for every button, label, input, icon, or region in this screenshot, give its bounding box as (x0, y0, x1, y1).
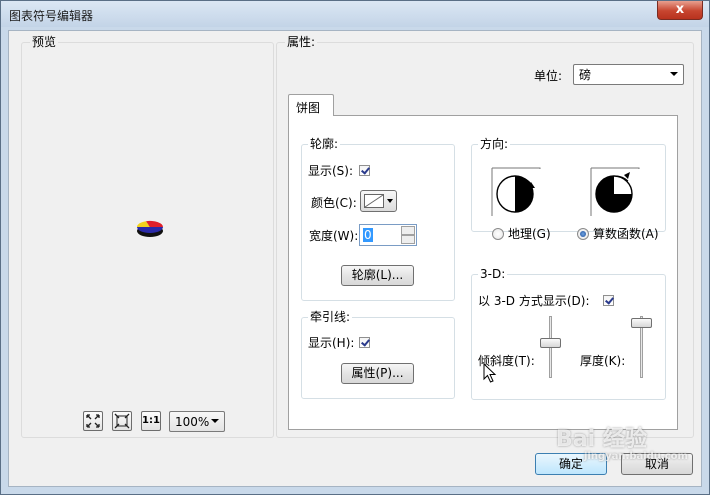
leader-show-label: 显示(H): (308, 336, 355, 350)
leader-group-label: 牵引线: (308, 310, 353, 324)
leader-group: 牵引线: 显示(H): 属性(P)... (301, 310, 455, 399)
dialog-window: 图表符号编辑器 x 预览 1:1 100% 属性: 单位: 磅 饼图 轮廓: 显… (0, 0, 710, 495)
window-title: 图表符号编辑器 (9, 9, 94, 23)
outline-width-spinner[interactable]: 0 (359, 224, 417, 246)
thickness-label: 厚度(K): (580, 354, 626, 368)
arithmetic-radio[interactable] (577, 228, 589, 240)
zoom-out-icon (114, 413, 130, 429)
three-d-show-checkbox[interactable] (603, 295, 614, 306)
unit-label: 单位: (534, 69, 563, 83)
geographic-radio[interactable] (492, 228, 504, 240)
spinner-up-icon[interactable] (401, 226, 415, 235)
chevron-down-icon (387, 199, 393, 203)
tab-pie-label: 饼图 (296, 101, 321, 115)
outline-show-checkbox[interactable] (359, 165, 370, 176)
tab-content: 轮廓: 显示(S): 颜色(C): 宽度(W): 0 轮廓(L)... 牵引线:… (288, 115, 678, 430)
preview-label: 预览 (30, 35, 59, 49)
arithmetic-direction-icon (590, 167, 640, 216)
unit-combo[interactable]: 磅 (573, 64, 684, 85)
chevron-down-icon (670, 72, 678, 76)
outline-width-label: 宽度(W): (309, 229, 359, 243)
close-button[interactable]: x (657, 1, 703, 20)
outline-color-picker[interactable] (360, 190, 397, 212)
direction-group-label: 方向: (478, 137, 511, 151)
properties-label: 属性: (285, 35, 318, 49)
zoom-value: 100% (175, 415, 210, 429)
unit-value: 磅 (579, 68, 592, 82)
properties-panel: 属性: 单位: 磅 饼图 轮廓: 显示(S): 颜色(C): 宽度(W): 0 … (276, 35, 694, 438)
three-d-group: 3-D: 以 3-D 方式显示(D): 倾斜度(T): 厚度(K): (471, 267, 666, 400)
tilt-slider-thumb[interactable] (540, 338, 561, 348)
three-d-group-label: 3-D: (478, 267, 508, 281)
zoom-combo[interactable]: 100% (169, 411, 225, 432)
dialog-client-area: 预览 1:1 100% 属性: 单位: 磅 饼图 轮廓: 显示(S): 颜色(C… (8, 30, 702, 487)
three-d-show-label: 以 3-D 方式显示(D): (478, 294, 590, 308)
arithmetic-label: 算数函数(A) (593, 227, 659, 241)
thickness-slider-thumb[interactable] (631, 318, 652, 328)
one-to-one-label: 1:1 (142, 415, 160, 426)
geographic-label: 地理(G) (508, 227, 551, 241)
pie-chart-preview (136, 220, 164, 237)
preview-panel: 预览 1:1 100% (21, 35, 274, 438)
actual-size-button[interactable]: 1:1 (141, 411, 161, 431)
direction-group: 方向: 地理(G) 算数函数(A) (471, 137, 666, 241)
outline-group-label: 轮廓: (308, 137, 341, 151)
zoom-out-fixed-button[interactable] (112, 411, 132, 431)
leader-show-checkbox[interactable] (359, 337, 370, 348)
outline-width-value[interactable]: 0 (363, 228, 373, 242)
cancel-button[interactable]: 取消 (621, 453, 693, 475)
title-bar[interactable]: 图表符号编辑器 x (1, 1, 709, 27)
leader-properties-button[interactable]: 属性(P)... (341, 363, 414, 384)
mouse-cursor-icon (483, 363, 497, 383)
outline-button[interactable]: 轮廓(L)... (341, 265, 414, 286)
ok-button[interactable]: 确定 (535, 453, 607, 475)
zoom-in-icon (86, 414, 100, 428)
chevron-down-icon (211, 419, 219, 423)
outline-show-label: 显示(S): (308, 164, 354, 178)
color-swatch-icon (364, 194, 384, 208)
geographic-direction-icon (491, 167, 541, 216)
spinner-down-icon[interactable] (401, 235, 415, 244)
zoom-in-fixed-button[interactable] (83, 411, 103, 431)
tab-pie[interactable]: 饼图 (288, 94, 334, 116)
outline-group: 轮廓: 显示(S): 颜色(C): 宽度(W): 0 轮廓(L)... (301, 137, 455, 301)
outline-color-label: 颜色(C): (311, 196, 357, 210)
